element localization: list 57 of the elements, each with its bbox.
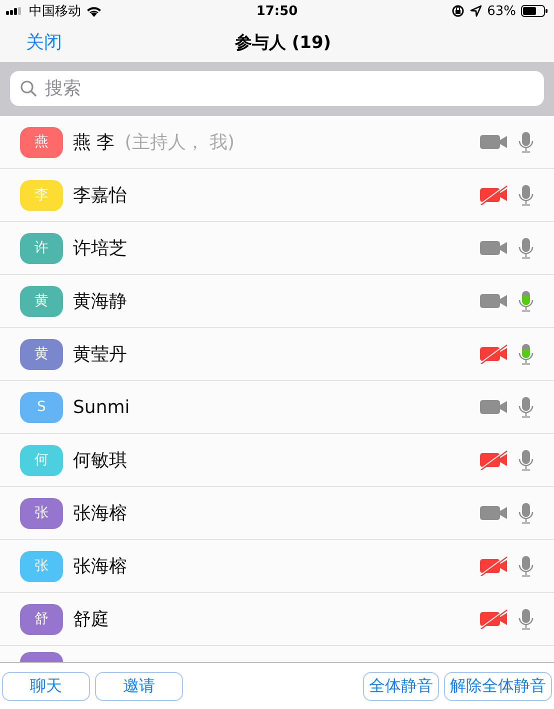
video-camera-icon[interactable] (480, 132, 508, 152)
screen-title: 参与人 (19) (234, 32, 332, 54)
avatar: 燕 (20, 126, 63, 158)
toolbar-button[interactable]: 全体静音 (363, 672, 439, 700)
participant-name: 黄莹丹 (73, 343, 127, 366)
microphone-icon[interactable] (518, 238, 534, 258)
avatar: 李 (20, 180, 63, 210)
video-camera-icon[interactable] (480, 238, 508, 258)
clock-time: 17:50 (256, 4, 298, 18)
avatar: 黄 (20, 338, 63, 370)
participant-name: Sunmi (73, 396, 130, 418)
microphone-icon[interactable] (518, 132, 534, 152)
wifi-icon (86, 6, 102, 16)
toolbar-button[interactable]: 解除全体静音 (444, 672, 552, 700)
avatar: 张 (20, 498, 63, 528)
participant-name: 舒庭 (73, 608, 109, 631)
microphone-icon[interactable] (518, 450, 534, 470)
battery-percent: 63% (487, 4, 516, 18)
video-off-icon[interactable] (480, 609, 508, 629)
location-arrow-icon (470, 5, 482, 17)
toolbar-button[interactable]: 聊天 (2, 672, 90, 700)
toolbar-button[interactable]: 邀请 (95, 672, 183, 700)
carrier-name: 中国移动 (29, 3, 81, 20)
microphone-icon[interactable] (518, 344, 534, 364)
microphone-icon[interactable] (518, 396, 534, 418)
avatar: 许 (20, 232, 63, 264)
search-field[interactable]: 搜索 (10, 71, 544, 106)
avatar: 舒 (20, 604, 63, 634)
video-off-icon[interactable] (480, 556, 508, 576)
microphone-icon[interactable] (518, 556, 534, 576)
rotation-lock-icon (451, 5, 466, 17)
microphone-icon[interactable] (518, 184, 534, 206)
video-camera-icon[interactable] (480, 397, 508, 417)
participant-name: 燕 李 (73, 131, 115, 154)
signal-icon (6, 7, 24, 15)
participant-name: 许培芝 (73, 237, 127, 260)
video-camera-icon[interactable] (480, 291, 508, 311)
participant-name: 张海榕 (73, 555, 127, 578)
battery-icon (521, 5, 548, 17)
participant-name: 黄海静 (73, 290, 127, 313)
video-off-icon[interactable] (480, 344, 508, 364)
role-note: (主持人， 我) (124, 131, 235, 154)
avatar: 何 (20, 444, 63, 476)
avatar: S (20, 392, 63, 422)
search-icon (20, 80, 37, 97)
avatar: 黄 (20, 286, 63, 316)
microphone-icon[interactable] (518, 290, 534, 312)
participant-name: 李嘉怡 (73, 184, 127, 207)
participant-name: 张海榕 (73, 502, 127, 525)
participant-name: 何敏琪 (73, 449, 127, 472)
video-off-icon[interactable] (480, 450, 508, 470)
video-camera-icon[interactable] (480, 503, 508, 523)
avatar: 张 (20, 550, 63, 582)
video-off-icon[interactable] (480, 185, 508, 205)
microphone-icon[interactable] (518, 502, 534, 524)
close-button[interactable]: 关闭 (26, 30, 62, 54)
microphone-icon[interactable] (518, 608, 534, 630)
